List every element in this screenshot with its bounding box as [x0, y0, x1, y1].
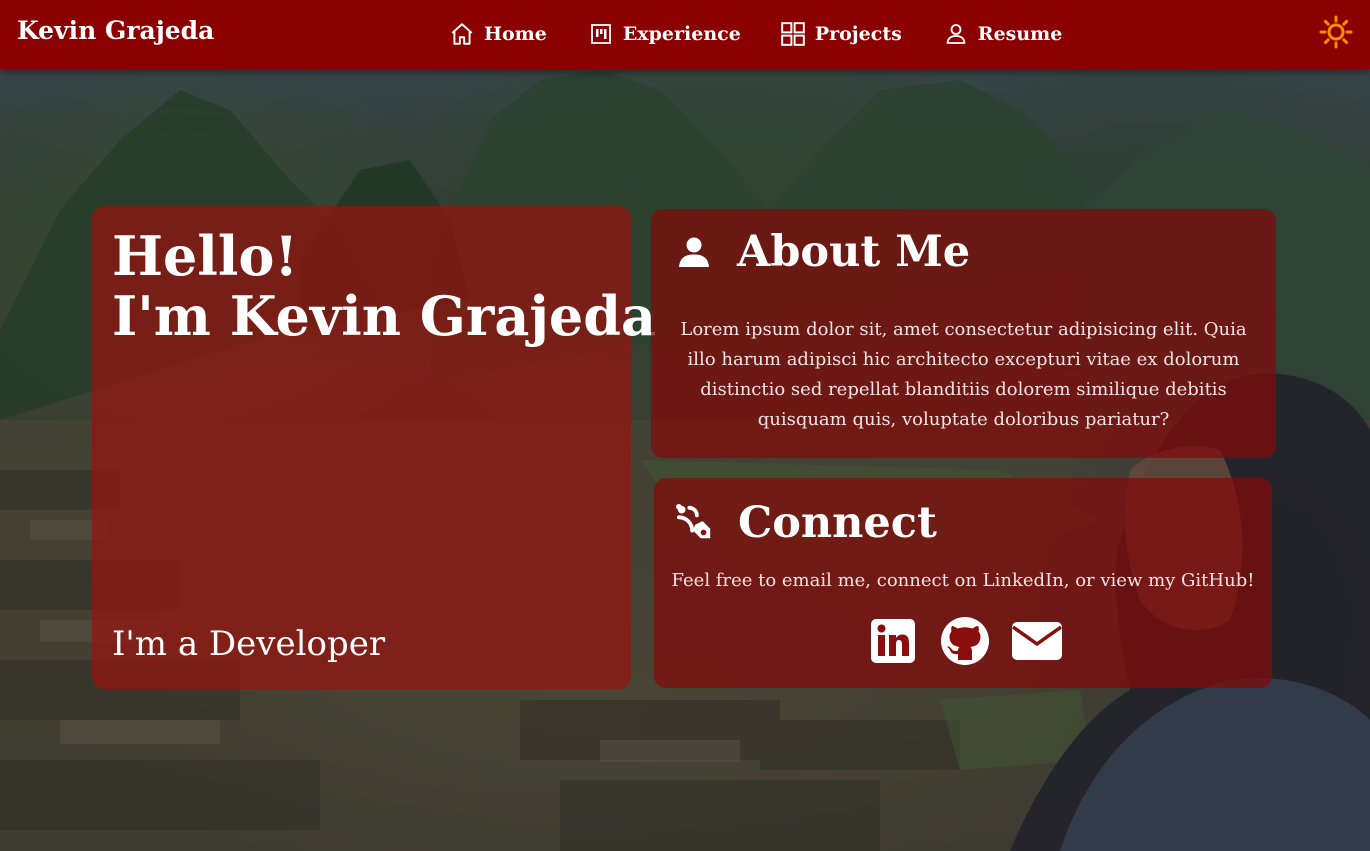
github-icon — [940, 616, 990, 670]
brand-name[interactable]: Kevin Grajeda — [17, 16, 214, 45]
nav-home-label: Home — [484, 23, 547, 45]
connect-text: Feel free to email me, connect on Linked… — [671, 570, 1255, 591]
grid-icon — [779, 20, 807, 48]
nav-projects[interactable]: Projects — [779, 16, 902, 52]
kanban-icon — [587, 20, 615, 48]
about-card: About Me Lorem ipsum dolor sit, amet con… — [651, 209, 1276, 458]
github-link[interactable] — [940, 616, 990, 670]
connect-heading: Connect — [676, 498, 937, 548]
sun-icon — [1319, 15, 1353, 53]
connect-card: Connect Feel free to email me, connect o… — [654, 478, 1272, 688]
home-icon — [448, 20, 476, 48]
linkedin-icon — [870, 618, 916, 668]
nav-experience-label: Experience — [622, 23, 741, 45]
connect-icon — [676, 503, 714, 543]
hero-title: Hello! I'm Kevin Grajeda — [112, 226, 656, 346]
nav-home[interactable]: Home — [448, 16, 547, 52]
nav-resume-label: Resume — [977, 23, 1063, 45]
email-icon — [1011, 621, 1063, 665]
nav-experience[interactable]: Experience — [587, 16, 741, 52]
nav-projects-label: Projects — [814, 23, 902, 45]
hero-name: I'm Kevin Grajeda — [112, 284, 656, 348]
about-text: Lorem ipsum dolor sit, amet consectetur … — [680, 319, 1247, 430]
nav-resume[interactable]: Resume — [942, 16, 1063, 52]
email-link[interactable] — [1011, 618, 1063, 668]
nav-links: Home Experience Projects Resume — [448, 16, 1062, 52]
theme-toggle-button[interactable] — [1318, 15, 1354, 53]
about-heading: About Me — [675, 227, 970, 277]
social-links — [868, 616, 1063, 670]
hero-card: Hello! I'm Kevin Grajeda I'm a Developer — [92, 206, 656, 689]
hero-greeting: Hello! — [112, 224, 299, 288]
top-navbar: Kevin Grajeda Home Experience Projects R… — [0, 0, 1370, 69]
about-title: About Me — [737, 227, 971, 277]
linkedin-link[interactable] — [868, 618, 918, 668]
hero-role: I'm a Developer — [112, 624, 386, 664]
person-icon — [675, 232, 713, 272]
person-icon — [942, 20, 970, 48]
connect-title: Connect — [738, 498, 937, 548]
